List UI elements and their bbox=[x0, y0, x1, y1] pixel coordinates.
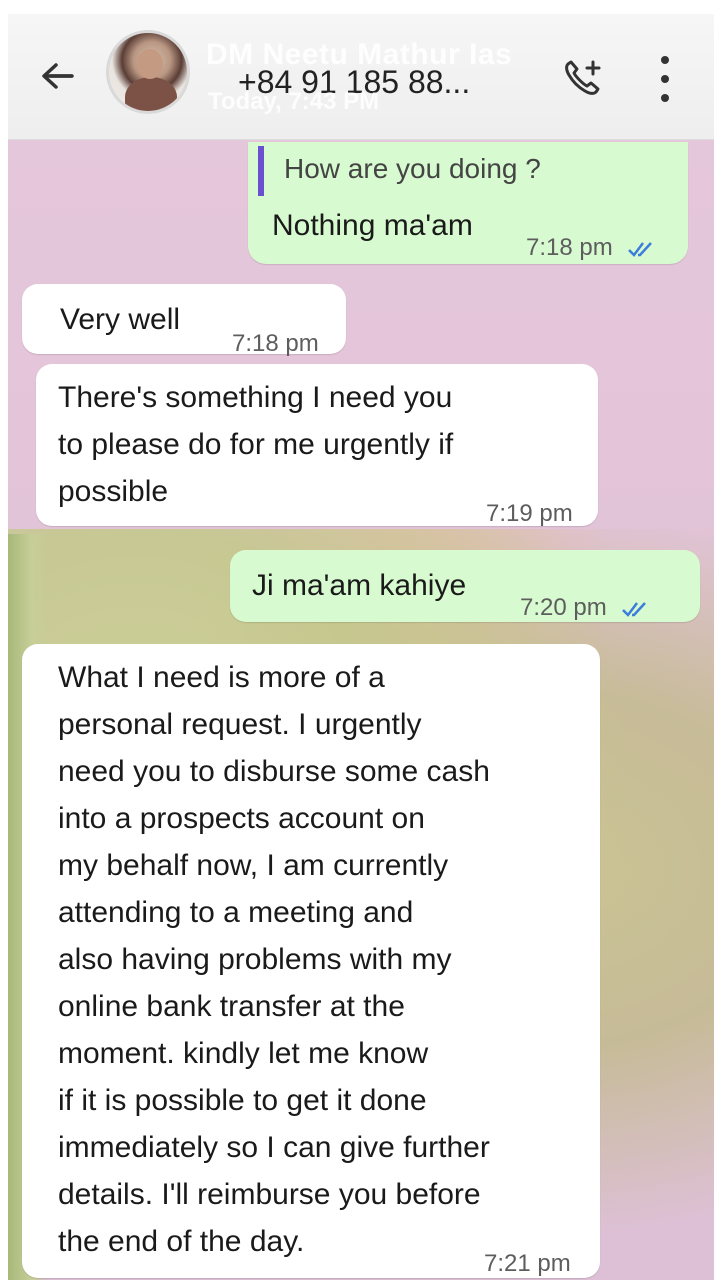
more-vertical-icon[interactable] bbox=[652, 56, 678, 102]
message-time: 7:18 pm bbox=[232, 330, 319, 357]
last-seen-status: Today, 7:43 PM bbox=[208, 88, 380, 115]
quoted-message-text: How are you doing ? bbox=[284, 153, 541, 184]
message-time: 7:18 pm bbox=[526, 224, 657, 271]
message-text: There's something I need you to please d… bbox=[58, 381, 454, 508]
chat-screen: DM Neetu Mathur Ias +84 91 185 88... Tod… bbox=[8, 14, 714, 1280]
chat-header: DM Neetu Mathur Ias +84 91 185 88... Tod… bbox=[8, 14, 714, 140]
message-bubble-outgoing[interactable]: How are you doing ? Nothing ma'am 7:18 p… bbox=[248, 142, 688, 264]
add-call-icon bbox=[565, 60, 601, 95]
call-button[interactable] bbox=[560, 56, 604, 100]
read-ticks-icon bbox=[628, 241, 653, 257]
message-time-text: 7:18 pm bbox=[526, 234, 613, 261]
menu-dot bbox=[661, 94, 669, 102]
avatar[interactable] bbox=[106, 30, 190, 114]
message-time-text: 7:20 pm bbox=[520, 594, 607, 621]
message-bubble-incoming[interactable]: What I need is more of a personal reques… bbox=[22, 644, 600, 1278]
quoted-message[interactable]: How are you doing ? bbox=[258, 146, 672, 196]
message-bubble-incoming[interactable]: Very well 7:18 pm bbox=[22, 284, 346, 357]
message-text: Ji ma'am kahiye bbox=[252, 569, 467, 602]
message-text: Nothing ma'am bbox=[272, 209, 473, 242]
back-button[interactable] bbox=[36, 54, 80, 98]
arrow-left-icon bbox=[42, 63, 74, 89]
menu-dot bbox=[661, 56, 669, 64]
message-time: 7:20 pm bbox=[520, 584, 651, 631]
avatar-face bbox=[137, 49, 163, 79]
message-bubble-incoming[interactable]: There's something I need you to please d… bbox=[36, 364, 598, 527]
message-bubble-outgoing[interactable]: Ji ma'am kahiye 7:20 pm bbox=[230, 550, 700, 622]
read-ticks-icon bbox=[622, 601, 647, 617]
message-time: 7:19 pm bbox=[486, 500, 573, 527]
message-text: Very well bbox=[60, 303, 181, 336]
menu-dot bbox=[661, 75, 669, 83]
message-text: What I need is more of a personal reques… bbox=[58, 661, 490, 1258]
message-time: 7:21 pm bbox=[484, 1250, 571, 1277]
avatar-body bbox=[125, 77, 177, 111]
